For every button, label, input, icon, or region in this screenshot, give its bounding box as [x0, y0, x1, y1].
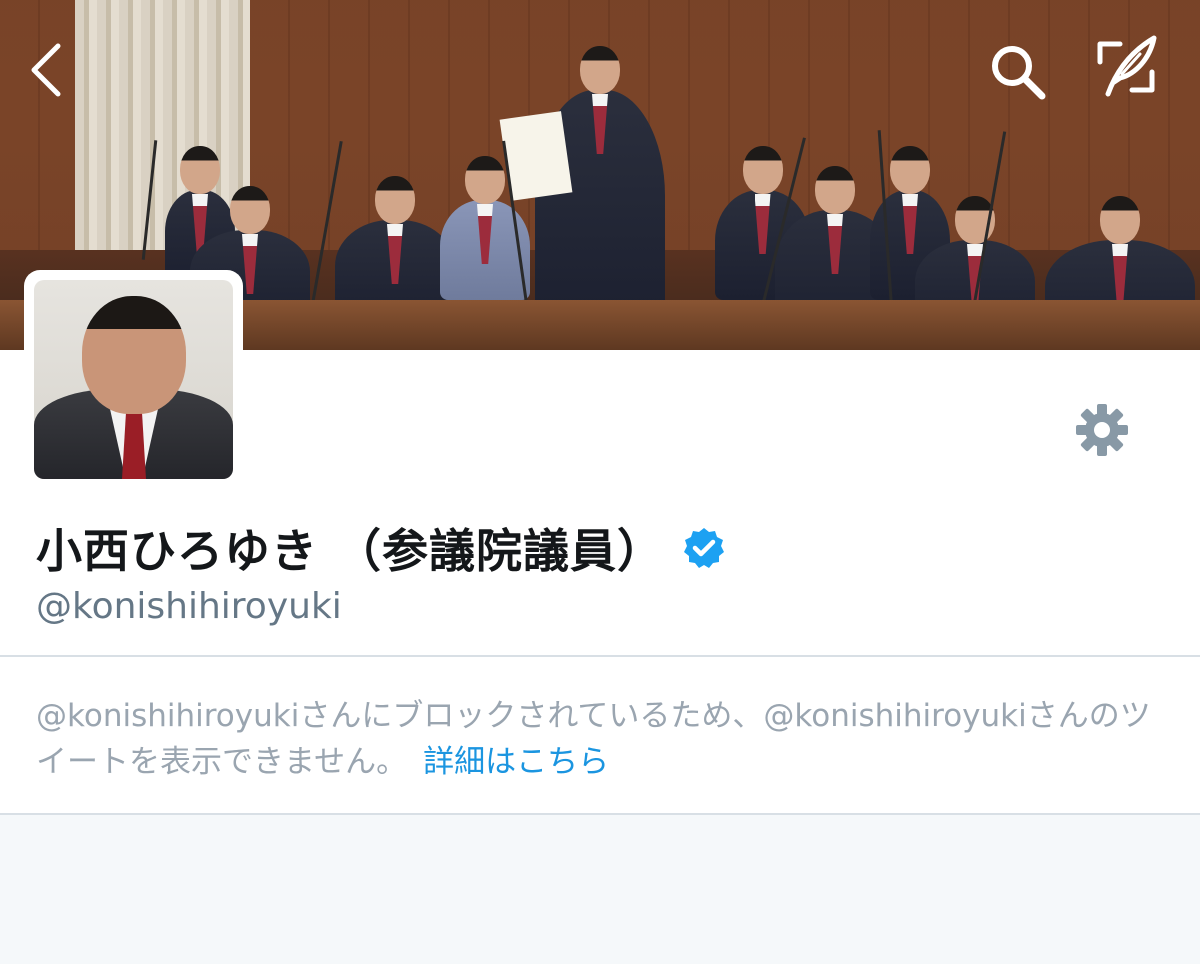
search-icon — [992, 46, 1046, 100]
learn-more-link[interactable]: 詳細はこちら — [423, 744, 609, 780]
back-button[interactable] — [22, 40, 70, 100]
profile-handle: @konishihiroyuki — [36, 586, 342, 627]
profile-avatar[interactable] — [24, 270, 243, 489]
verified-badge-icon — [684, 528, 725, 568]
compose-tweet-button[interactable] — [1090, 30, 1162, 102]
display-name: 小西ひろゆき （参議院議員） — [36, 524, 665, 578]
banner-wall-panel — [0, 0, 75, 250]
blocked-notice-text: @konishihiroyukiさんにブロックされているため、@konishih… — [36, 693, 1166, 785]
blocked-notice: @konishihiroyukiさんにブロックされているため、@konishih… — [0, 657, 1200, 813]
chevron-left-icon — [31, 43, 61, 97]
settings-button[interactable] — [1072, 400, 1132, 460]
timeline-empty-area — [0, 815, 1200, 964]
gear-icon — [1076, 404, 1128, 456]
compose-tweet-icon — [1097, 35, 1157, 97]
profile-name-row: 小西ひろゆき （参議院議員） — [36, 518, 726, 578]
avatar-face — [82, 296, 186, 414]
avatar-photo — [34, 280, 233, 479]
search-button[interactable] — [984, 40, 1052, 104]
